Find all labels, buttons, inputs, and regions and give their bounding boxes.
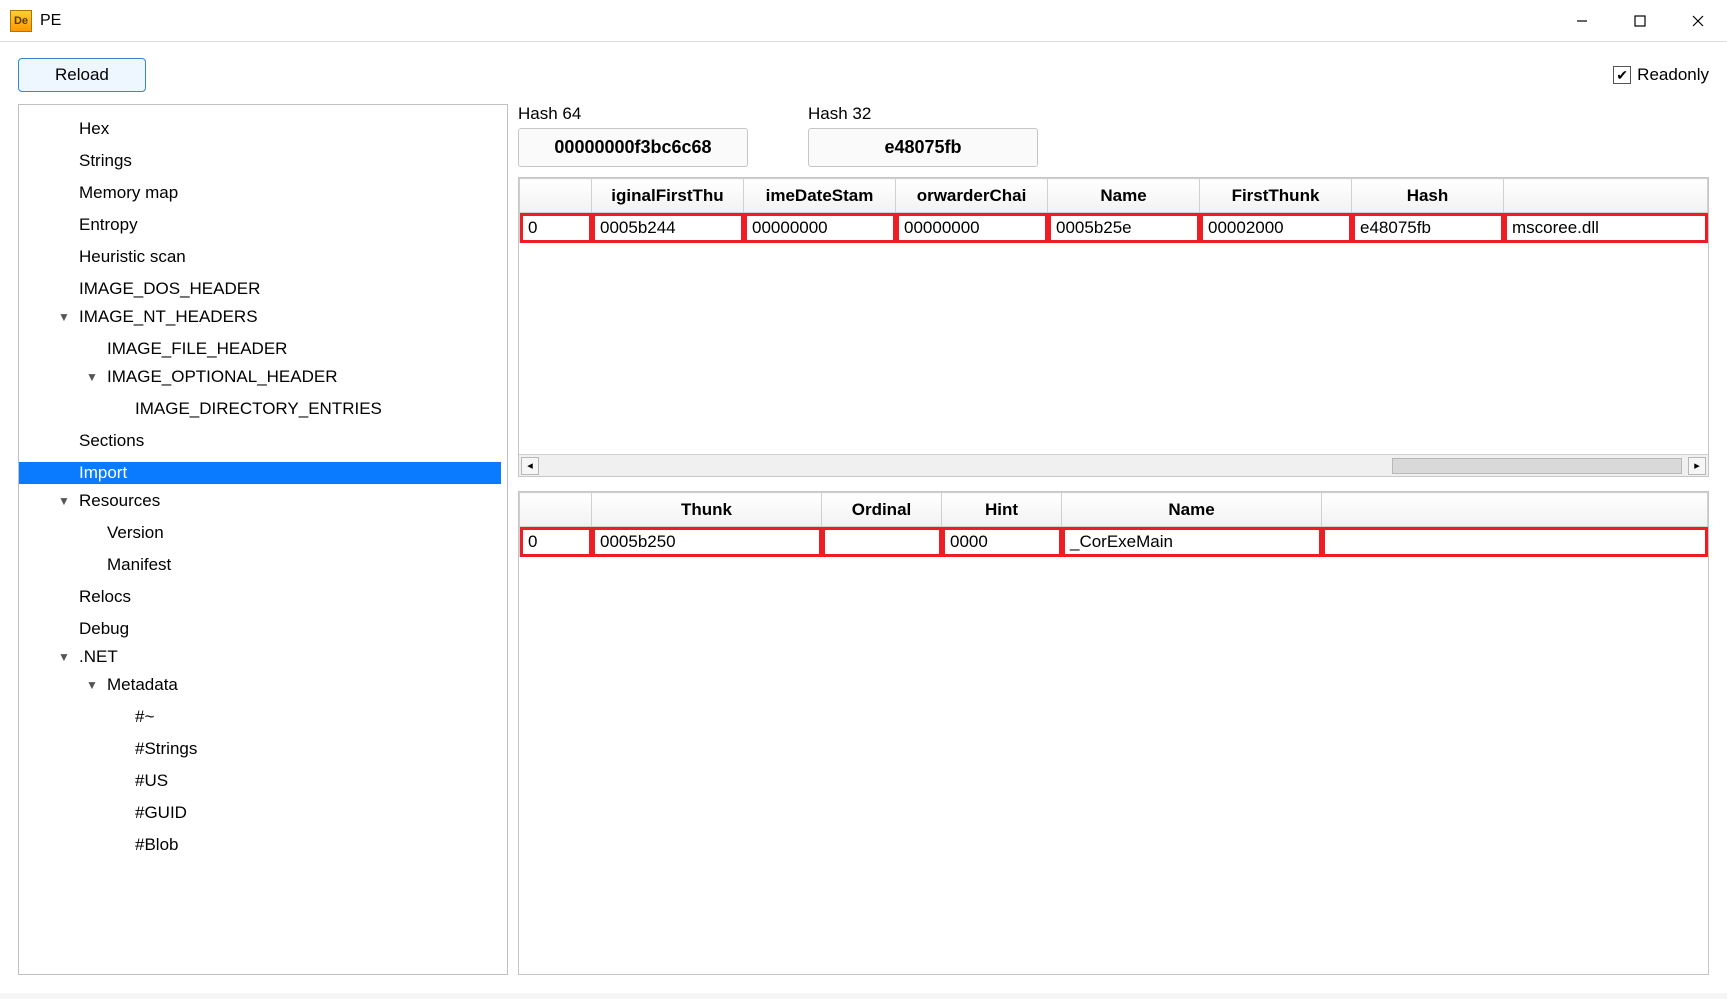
imports-hscrollbar[interactable]: ◂ ▸ xyxy=(519,454,1708,476)
tree-item-sections[interactable]: Sections xyxy=(75,430,501,452)
column-header[interactable]: Name xyxy=(1048,179,1200,213)
tree-item-metadata[interactable]: Metadata xyxy=(103,674,501,696)
tree-expander-icon[interactable]: ▼ xyxy=(81,678,103,692)
column-header[interactable] xyxy=(520,179,592,213)
column-header[interactable] xyxy=(1504,179,1708,213)
minimize-button[interactable] xyxy=(1553,0,1611,41)
column-header[interactable]: Name xyxy=(1062,493,1322,527)
tree-item--net[interactable]: .NET xyxy=(75,646,501,668)
column-header[interactable]: Ordinal xyxy=(822,493,942,527)
tree-item-strings[interactable]: Strings xyxy=(75,150,501,172)
func-ordinal xyxy=(822,527,942,557)
column-header[interactable]: Thunk xyxy=(592,493,822,527)
tree-item-relocs[interactable]: Relocs xyxy=(75,586,501,608)
column-header[interactable]: Hint xyxy=(942,493,1062,527)
tree-item-debug[interactable]: Debug xyxy=(75,618,501,640)
tree-item-manifest[interactable]: Manifest xyxy=(103,554,501,576)
tree-item-resources[interactable]: Resources xyxy=(75,490,501,512)
tree-expander-icon[interactable]: ▼ xyxy=(53,310,75,324)
imports-forwarder-chain: 00000000 xyxy=(896,213,1048,243)
imports-dll: mscoree.dll xyxy=(1504,213,1708,243)
functions-table[interactable]: ThunkOrdinalHintName 0 0005b250 0000 _Co… xyxy=(518,491,1709,975)
tree-item-image-nt-headers[interactable]: IMAGE_NT_HEADERS xyxy=(75,306,501,328)
func-name: _CorExeMain xyxy=(1062,527,1322,557)
imports-time-date-stamp: 00000000 xyxy=(744,213,896,243)
tree-panel[interactable]: Hex Strings Memory map Entropy Heuristic sca… xyxy=(18,104,508,975)
tree-item--guid[interactable]: #GUID xyxy=(131,802,501,824)
column-header xyxy=(1322,493,1708,527)
func-thunk: 0005b250 xyxy=(592,527,822,557)
tree-expander-icon[interactable]: ▼ xyxy=(53,650,75,664)
readonly-checkbox[interactable]: ✔ xyxy=(1613,66,1631,84)
column-header[interactable]: orwarderChai xyxy=(896,179,1048,213)
imports-row[interactable]: 0 0005b244 00000000 00000000 0005b25e 00… xyxy=(520,213,1708,243)
hash64-label: Hash 64 xyxy=(518,104,748,124)
column-header[interactable]: imeDateStam xyxy=(744,179,896,213)
column-header[interactable] xyxy=(520,493,592,527)
hash32-value[interactable]: e48075fb xyxy=(808,128,1038,167)
imports-table[interactable]: iginalFirstThuimeDateStamorwarderChaiNam… xyxy=(518,177,1709,477)
close-button[interactable] xyxy=(1669,0,1727,41)
scroll-thumb[interactable] xyxy=(1392,458,1682,474)
func-hint: 0000 xyxy=(942,527,1062,557)
reload-button[interactable]: Reload xyxy=(18,58,146,92)
tree-item-heuristic-scan[interactable]: Heuristic scan xyxy=(75,246,501,268)
scroll-left-icon[interactable]: ◂ xyxy=(521,457,539,475)
tree-item-memory-map[interactable]: Memory map xyxy=(75,182,501,204)
tree-item-image-dos-header[interactable]: IMAGE_DOS_HEADER xyxy=(75,278,501,300)
func-idx: 0 xyxy=(520,527,592,557)
tree-item-image-directory-entries[interactable]: IMAGE_DIRECTORY_ENTRIES xyxy=(131,398,501,420)
tree-item-hex[interactable]: Hex xyxy=(75,118,501,140)
tree-item-image-optional-header[interactable]: IMAGE_OPTIONAL_HEADER xyxy=(103,366,501,388)
tree-item--us[interactable]: #US xyxy=(131,770,501,792)
tree-item-version[interactable]: Version xyxy=(103,522,501,544)
readonly-label: Readonly xyxy=(1637,65,1709,85)
scroll-right-icon[interactable]: ▸ xyxy=(1688,457,1706,475)
tree-item--strings[interactable]: #Strings xyxy=(131,738,501,760)
tree-item-entropy[interactable]: Entropy xyxy=(75,214,501,236)
imports-original-first-thunk: 0005b244 xyxy=(592,213,744,243)
imports-name: 0005b25e xyxy=(1048,213,1200,243)
hash64-value[interactable]: 00000000f3bc6c68 xyxy=(518,128,748,167)
tree-item--blob[interactable]: #Blob xyxy=(131,834,501,856)
window-title: PE xyxy=(40,12,61,30)
imports-idx: 0 xyxy=(520,213,592,243)
toolbar: Reload ✔ Readonly xyxy=(0,42,1727,104)
tree-expander-icon[interactable]: ▼ xyxy=(53,494,75,508)
tree-item-image-file-header[interactable]: IMAGE_FILE_HEADER xyxy=(103,338,501,360)
titlebar: De PE xyxy=(0,0,1727,42)
imports-first-thunk: 00002000 xyxy=(1200,213,1352,243)
tree-item-import[interactable]: Import xyxy=(75,462,501,484)
imports-hash: e48075fb xyxy=(1352,213,1504,243)
tree-item--[interactable]: #~ xyxy=(131,706,501,728)
func-empty xyxy=(1322,527,1708,557)
hash32-label: Hash 32 xyxy=(808,104,1038,124)
column-header[interactable]: FirstThunk xyxy=(1200,179,1352,213)
maximize-button[interactable] xyxy=(1611,0,1669,41)
app-icon: De xyxy=(10,10,32,32)
tree-expander-icon[interactable]: ▼ xyxy=(81,370,103,384)
readonly-toggle[interactable]: ✔ Readonly xyxy=(1613,65,1709,85)
column-header[interactable]: iginalFirstThu xyxy=(592,179,744,213)
column-header[interactable]: Hash xyxy=(1352,179,1504,213)
functions-row[interactable]: 0 0005b250 0000 _CorExeMain xyxy=(520,527,1708,557)
